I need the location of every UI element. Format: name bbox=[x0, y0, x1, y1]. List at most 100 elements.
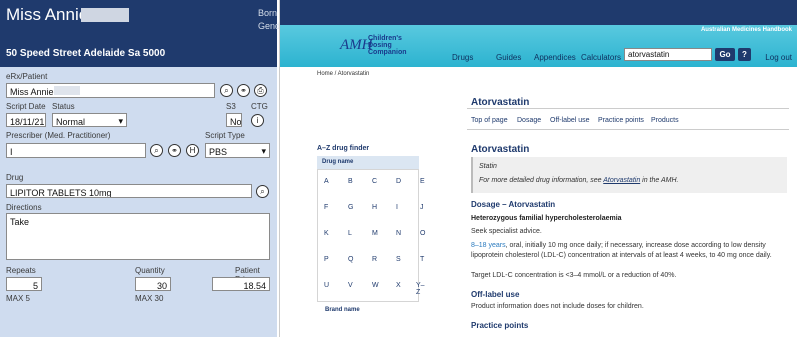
go-button[interactable]: Go bbox=[715, 48, 735, 61]
az-letter-m[interactable]: M bbox=[372, 230, 378, 237]
hospital-icon-glyph: H bbox=[189, 146, 196, 155]
nav-drugs[interactable]: Drugs bbox=[452, 53, 473, 62]
patient-price-field[interactable]: 18.54 bbox=[212, 277, 270, 291]
page-title: Atorvastatin bbox=[471, 97, 530, 108]
directions-textarea[interactable]: Take bbox=[6, 213, 270, 260]
az-drug-name-header[interactable]: Drug name bbox=[317, 156, 419, 169]
ctg-label: CTG bbox=[251, 102, 268, 111]
repeats-field[interactable]: 5 bbox=[6, 277, 42, 291]
drug-search-icon[interactable]: ⌕ bbox=[256, 185, 269, 198]
quantity-field[interactable]: 30 bbox=[135, 277, 171, 291]
tab-practice-points[interactable]: Practice points bbox=[598, 117, 644, 124]
specialist-advice: Seek specialist advice. bbox=[471, 228, 542, 235]
s3-field[interactable]: No bbox=[226, 113, 242, 127]
tabs-divider-bottom bbox=[467, 129, 789, 130]
amh-label: Australian Medicines Handbook bbox=[700, 27, 792, 33]
nav-guides[interactable]: Guides bbox=[496, 53, 521, 62]
prescriber-label: Prescriber (Med. Practitioner) bbox=[6, 131, 111, 140]
prescriber-search-icon[interactable]: ⌕ bbox=[150, 144, 163, 157]
tab-products[interactable]: Products bbox=[651, 117, 679, 124]
drug-class-box: Statin For more detailed drug informatio… bbox=[471, 157, 787, 193]
script-type-select[interactable]: PBS bbox=[205, 143, 270, 158]
directions-value: Take bbox=[10, 217, 30, 227]
tab-dosage[interactable]: Dosage bbox=[517, 117, 541, 124]
s3-value: No bbox=[230, 117, 242, 127]
az-letter-s[interactable]: S bbox=[396, 256, 401, 263]
amh-atorvastatin-link[interactable]: Atorvastatin bbox=[603, 177, 640, 184]
breadcrumb[interactable]: Home / Atorvastatin bbox=[317, 71, 369, 77]
repeats-value: 5 bbox=[32, 281, 38, 291]
s3-label: S3 bbox=[226, 102, 236, 111]
search-input[interactable]: atorvastatin bbox=[624, 48, 712, 61]
tab-top-of-page[interactable]: Top of page bbox=[471, 117, 508, 124]
az-letter-f[interactable]: F bbox=[324, 204, 328, 211]
drug-title: Atorvastatin bbox=[471, 144, 530, 155]
script-type-label: Script Type bbox=[205, 131, 245, 140]
status-value: Normal bbox=[56, 117, 86, 127]
prescriber-value: I bbox=[10, 147, 13, 157]
max-quantity-note: MAX 30 bbox=[135, 294, 164, 303]
off-label-text: Product information does not include dos… bbox=[471, 303, 644, 310]
az-brand-name-header[interactable]: Brand name bbox=[325, 307, 360, 313]
dose-text: 8–18 years, oral, initially 10 mg once d… bbox=[471, 241, 793, 261]
az-letter-i[interactable]: I bbox=[396, 204, 398, 211]
search-value: atorvastatin bbox=[628, 50, 670, 59]
drug-field[interactable]: LIPITOR TABLETS 10mg bbox=[6, 184, 252, 198]
az-letter-t[interactable]: T bbox=[420, 256, 424, 263]
prescriber-link-icon[interactable]: ⚭ bbox=[168, 144, 181, 157]
prescriber-field[interactable]: I bbox=[6, 143, 146, 158]
az-letter-k[interactable]: K bbox=[324, 230, 329, 237]
nav-appendices[interactable]: Appendices bbox=[534, 53, 576, 62]
script-type-value: PBS bbox=[209, 147, 228, 157]
status-select[interactable]: Normal bbox=[52, 113, 127, 127]
redacted-patient-surname bbox=[54, 86, 80, 95]
help-button[interactable]: ? bbox=[738, 48, 751, 61]
hospital-icon[interactable]: H bbox=[186, 144, 199, 157]
az-letter-u[interactable]: U bbox=[324, 282, 329, 289]
az-letter-l[interactable]: L bbox=[348, 230, 352, 237]
az-letter-x[interactable]: X bbox=[396, 282, 401, 289]
script-date-field[interactable]: 18/11/21 bbox=[6, 113, 46, 127]
az-letter-y-z[interactable]: Y–Z bbox=[416, 282, 425, 296]
az-letter-h[interactable]: H bbox=[372, 204, 377, 211]
patient-address: 50 Speed Street Adelaide Sa 5000 bbox=[6, 48, 166, 59]
quantity-label: Quantity bbox=[135, 266, 165, 275]
amh-top-band bbox=[280, 0, 797, 27]
logo-line-2: Dosing bbox=[368, 42, 392, 49]
nav-bar: Australian Medicines Handbook AMH Childr… bbox=[280, 25, 797, 67]
az-letter-w[interactable]: W bbox=[372, 282, 379, 289]
patient-field[interactable]: Miss Annie bbox=[6, 83, 215, 98]
az-letter-v[interactable]: V bbox=[348, 282, 353, 289]
info-icon[interactable]: i bbox=[251, 114, 264, 127]
redacted-surname bbox=[81, 8, 129, 22]
az-letter-p[interactable]: P bbox=[324, 256, 329, 263]
script-date-value: 18/11/21 bbox=[10, 117, 45, 127]
az-letter-o[interactable]: O bbox=[420, 230, 425, 237]
ldl-target: Target LDL-C concentration is <3–4 mmol/… bbox=[471, 272, 677, 279]
az-letter-b[interactable]: B bbox=[348, 178, 353, 185]
ehr-patient-label: eRx/Patient bbox=[6, 72, 48, 81]
az-letter-d[interactable]: D bbox=[396, 178, 401, 185]
logo-text: Children's Dosing Companion bbox=[368, 35, 407, 56]
search-icon[interactable]: ⌕ bbox=[220, 84, 233, 97]
az-letter-g[interactable]: G bbox=[348, 204, 353, 211]
dose-age-range[interactable]: 8–18 years bbox=[471, 242, 506, 249]
practice-points-heading: Practice points bbox=[471, 321, 529, 330]
link-icon[interactable]: ⚭ bbox=[237, 84, 250, 97]
off-label-heading: Off-label use bbox=[471, 290, 520, 299]
print-icon[interactable]: ⎙ bbox=[254, 84, 267, 97]
patient-header: Miss Annie Born Gende 50 Speed Street Ad… bbox=[0, 0, 285, 67]
az-letter-q[interactable]: Q bbox=[348, 256, 353, 263]
az-letter-c[interactable]: C bbox=[372, 178, 377, 185]
az-letter-r[interactable]: R bbox=[372, 256, 377, 263]
tab-off-label-use[interactable]: Off-label use bbox=[550, 117, 590, 124]
logo-line-1: Children's bbox=[368, 35, 402, 42]
az-letter-e[interactable]: E bbox=[420, 178, 425, 185]
patient-field-value: Miss Annie bbox=[10, 87, 54, 97]
az-letter-a[interactable]: A bbox=[324, 178, 329, 185]
logo-line-3: Companion bbox=[368, 49, 407, 56]
az-letter-n[interactable]: N bbox=[396, 230, 401, 237]
az-letter-j[interactable]: J bbox=[420, 204, 424, 211]
logout-link[interactable]: Log out bbox=[765, 53, 792, 62]
nav-calculators[interactable]: Calculators bbox=[581, 53, 621, 62]
